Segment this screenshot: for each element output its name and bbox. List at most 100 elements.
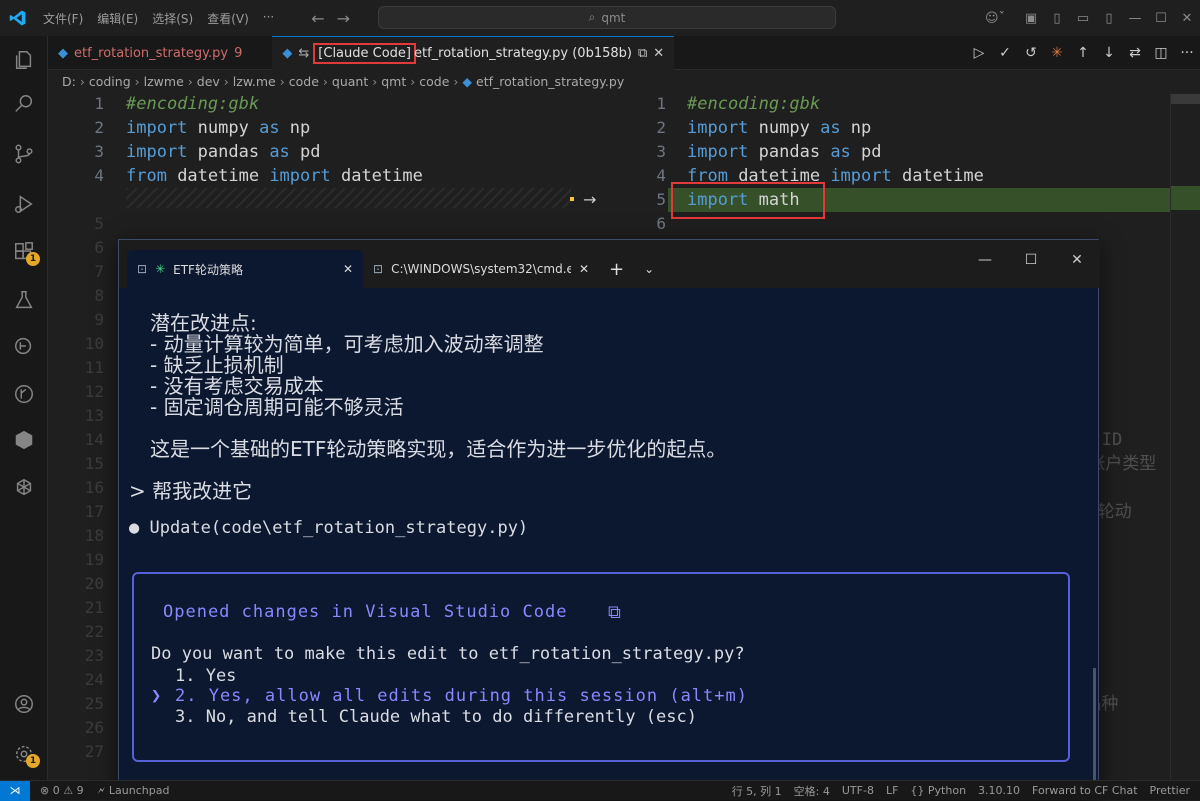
- code-line[interactable]: from datetime import datetime: [126, 164, 423, 188]
- language-mode[interactable]: {} Python: [910, 784, 966, 797]
- edit-question: Do you want to make this edit to etf_rot…: [151, 644, 745, 664]
- claude-icon: ✳: [155, 262, 166, 276]
- copilot-icon[interactable]: ☺ˇ: [972, 11, 1018, 26]
- revert-change-arrow-icon[interactable]: →: [583, 190, 596, 209]
- crumb-coding[interactable]: coding: [89, 74, 131, 89]
- open-external-icon[interactable]: ⧉: [608, 602, 621, 623]
- terminal-tab-etf[interactable]: ⊡ ✳ ETF轮动策略 ✕: [127, 250, 363, 288]
- launchpad-label[interactable]: Launchpad: [109, 784, 170, 797]
- code-line[interactable]: import pandas as pd: [687, 140, 882, 164]
- menu-selection[interactable]: 选择(S): [145, 10, 200, 27]
- maximize-icon[interactable]: ☐: [1008, 252, 1054, 268]
- crumb-dev[interactable]: dev: [197, 74, 220, 89]
- code-line[interactable]: import numpy as np: [687, 116, 871, 140]
- line-number: 27: [84, 742, 104, 761]
- indentation[interactable]: 空格: 4: [794, 783, 830, 799]
- layout-panel-icon[interactable]: ▣: [1018, 11, 1044, 26]
- terminal-tab-cmd[interactable]: ⊡ C:\WINDOWS\system32\cmd.e ✕: [363, 250, 599, 288]
- remote-explorer-icon[interactable]: [0, 326, 48, 366]
- crumb-code-dir[interactable]: code: [419, 74, 449, 89]
- open-changes-icon[interactable]: ⧉: [638, 46, 647, 61]
- terminal-title-bar: ⊡ ✳ ETF轮动策略 ✕ ⊡ C:\WINDOWS\system32\cmd.…: [119, 240, 1100, 288]
- launchpad-icon[interactable]: 🗲: [98, 784, 105, 798]
- cube-extension-icon[interactable]: [0, 420, 48, 460]
- cmd-icon: ⊡: [373, 262, 384, 276]
- minimize-icon[interactable]: —: [1122, 11, 1148, 26]
- next-change-icon[interactable]: ↓: [1096, 45, 1122, 61]
- encoding[interactable]: UTF-8: [842, 784, 874, 797]
- search-icon[interactable]: [0, 84, 48, 124]
- cursor-position[interactable]: 行 5, 列 1: [732, 783, 782, 799]
- added-line-annotation-box: [671, 182, 825, 219]
- code-line[interactable]: #encoding:gbk: [126, 92, 259, 116]
- code-line[interactable]: import numpy as np: [126, 116, 310, 140]
- menu-view[interactable]: 查看(V): [200, 10, 256, 27]
- minimize-icon[interactable]: —: [962, 252, 1008, 268]
- explorer-icon[interactable]: [0, 40, 48, 80]
- back-arrow-icon[interactable]: ←: [311, 9, 324, 28]
- menu-edit[interactable]: 编辑(E): [90, 10, 145, 27]
- code-line[interactable]: import pandas as pd: [126, 140, 321, 164]
- menu-more[interactable]: ···: [256, 10, 281, 27]
- crumb-lzwme[interactable]: lzwme: [144, 74, 184, 89]
- toggle-panel-icon[interactable]: ▭: [1070, 11, 1096, 26]
- split-editor-icon[interactable]: ◫: [1148, 45, 1174, 61]
- testing-flask-icon[interactable]: [0, 280, 48, 320]
- terminal-scrollbar[interactable]: [1093, 668, 1096, 798]
- remote-indicator-icon[interactable]: ⋊: [0, 780, 30, 801]
- toggle-sidebar-icon[interactable]: ▯: [1044, 11, 1070, 26]
- openai-icon[interactable]: [0, 468, 48, 508]
- revert-icon[interactable]: ↺: [1018, 45, 1044, 61]
- maximize-icon[interactable]: ☐: [1148, 11, 1174, 26]
- crumb-file[interactable]: etf_rotation_strategy.py: [476, 74, 624, 89]
- close-icon[interactable]: ✕: [1174, 11, 1200, 26]
- forward-arrow-icon[interactable]: →: [337, 9, 350, 28]
- line-number: 7: [94, 262, 104, 281]
- source-control-icon[interactable]: [0, 134, 48, 174]
- python-version[interactable]: 3.10.10: [978, 784, 1020, 797]
- close-tab-icon[interactable]: ✕: [579, 262, 589, 276]
- option-no-tell-claude[interactable]: 3. No, and tell Claude what to do differ…: [175, 707, 697, 727]
- forward-chat[interactable]: Forward to CF Chat: [1032, 784, 1137, 797]
- accept-check-icon[interactable]: ✓: [992, 45, 1018, 61]
- close-tab-icon[interactable]: ✕: [343, 262, 353, 276]
- crumb-lzw-me[interactable]: lzw.me: [233, 74, 276, 89]
- git-graph-icon[interactable]: [0, 374, 48, 414]
- crumb-quant[interactable]: quant: [332, 74, 368, 89]
- close-icon[interactable]: ✕: [1054, 252, 1100, 268]
- settings-gear-icon[interactable]: 1: [0, 734, 48, 774]
- swap-icon[interactable]: ⇄: [1122, 45, 1148, 61]
- tab-dropdown-icon[interactable]: ⌄: [634, 250, 664, 288]
- more-actions-icon[interactable]: ···: [1174, 45, 1200, 61]
- line-number: 6: [94, 238, 104, 257]
- minimap-overview[interactable]: [1170, 92, 1200, 780]
- crumb-code[interactable]: code: [289, 74, 319, 89]
- python-file-icon: ◆: [58, 45, 68, 61]
- command-center-search[interactable]: ⌕ qmt: [378, 6, 836, 29]
- change-marker: [570, 197, 574, 201]
- terminal-body[interactable]: 潜在改进点: - 动量计算较为简单，可考虑加入波动率调整 - 缺乏止损机制 - …: [119, 288, 1100, 801]
- new-tab-button[interactable]: +: [599, 250, 634, 288]
- option-yes[interactable]: 1. Yes: [175, 666, 236, 686]
- run-debug-icon[interactable]: [0, 184, 48, 224]
- claude-spark-icon[interactable]: ✳: [1044, 45, 1070, 61]
- run-icon[interactable]: ▷: [966, 45, 992, 61]
- opened-changes-text: Opened changes in Visual Studio Code: [163, 602, 568, 622]
- prettier-status[interactable]: Prettier: [1150, 784, 1190, 797]
- option-yes-allow-all[interactable]: 2. Yes, allow all edits during this sess…: [175, 686, 748, 706]
- terminal-window[interactable]: ⊡ ✳ ETF轮动策略 ✕ ⊡ C:\WINDOWS\system32\cmd.…: [118, 239, 1100, 801]
- account-icon[interactable]: [0, 684, 48, 724]
- code-line[interactable]: #encoding:gbk: [687, 92, 820, 116]
- tab-etf-rotation-strategy[interactable]: ◆ etf_rotation_strategy.py 9: [48, 36, 252, 70]
- menu-file[interactable]: 文件(F): [36, 10, 90, 27]
- line-ending[interactable]: LF: [886, 784, 898, 797]
- line-number: 24: [84, 670, 104, 689]
- problems-icon[interactable]: ⊗ 0 ⚠ 9: [40, 784, 84, 797]
- close-tab-icon[interactable]: ✕: [653, 46, 664, 61]
- crumb-drive[interactable]: D:: [62, 74, 76, 89]
- tab-claude-code-diff[interactable]: ◆ ⇆ [Claude Code] etf_rotation_strategy.…: [272, 36, 675, 70]
- previous-change-icon[interactable]: ↑: [1070, 45, 1096, 61]
- extensions-icon[interactable]: 1: [0, 232, 48, 272]
- toggle-secondary-sidebar-icon[interactable]: ▯: [1096, 11, 1122, 26]
- crumb-qmt[interactable]: qmt: [381, 74, 406, 89]
